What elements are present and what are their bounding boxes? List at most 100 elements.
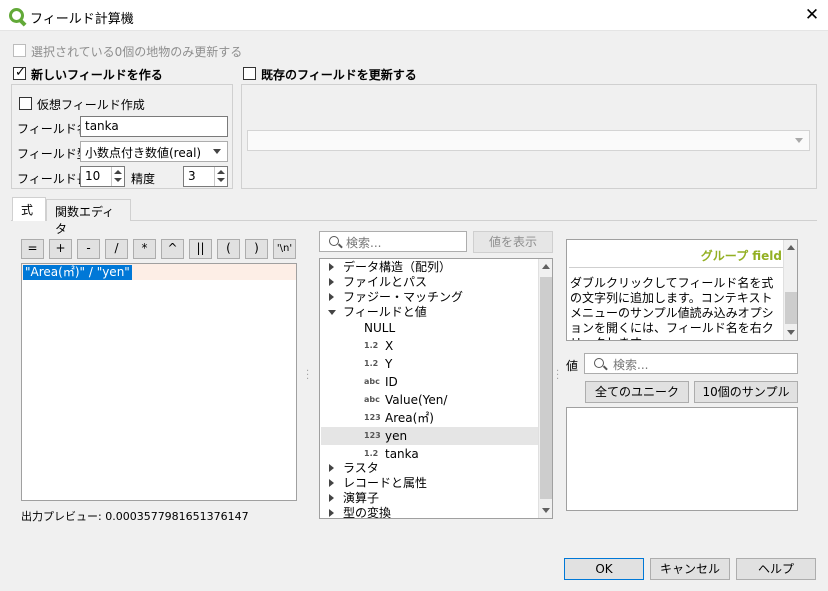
spin-down-icon[interactable] [114, 178, 122, 182]
help-panel: グループ field ダブルクリックしてフィールド名を式の文字列に追加します。コ… [566, 239, 798, 341]
splitter-handle[interactable]: · · · [306, 367, 309, 385]
precision-value: 3 [188, 169, 196, 183]
only-selected-checkbox[interactable] [13, 44, 26, 57]
field-type-value: 小数点付き数値(real) [85, 146, 202, 160]
spin-up-icon[interactable] [217, 170, 225, 174]
ok-button[interactable]: OK [564, 558, 644, 580]
scroll-thumb[interactable] [540, 277, 552, 499]
virtual-field-label: 仮想フィールド作成 [37, 98, 145, 112]
help-text: ダブルクリックしてフィールド名を式の文字列に追加します。コンテキストメニューのサ… [570, 276, 774, 340]
chevron-right-icon[interactable] [329, 278, 334, 286]
window-title: フィールド計算機 [30, 12, 134, 27]
field-length-value: 10 [85, 169, 101, 183]
decimal-type-icon: 1.2 [364, 341, 379, 350]
chevron-right-icon[interactable] [329, 293, 334, 301]
tree-group-item[interactable]: レコードと属性 [321, 475, 539, 491]
cancel-button[interactable]: キャンセル [650, 558, 730, 580]
tree-scrollbar[interactable] [538, 259, 552, 518]
operator-minus-button[interactable]: - [77, 239, 100, 259]
scroll-up-icon[interactable] [787, 245, 795, 250]
field-item-hovered[interactable]: 123 yen [321, 427, 539, 445]
operator-open-paren-button[interactable]: ( [217, 239, 240, 259]
update-existing-checkbox[interactable] [243, 67, 256, 80]
tree-group-item[interactable]: ファイルとパス [321, 274, 539, 290]
decimal-type-icon: 1.2 [364, 359, 379, 368]
field-item[interactable]: 1.2 X [321, 337, 539, 355]
tab-function-editor[interactable]: 関数エディタ [46, 199, 131, 236]
field-item[interactable]: abc Value(Yen/ [321, 391, 539, 409]
field-length-spinbox[interactable]: 10 [80, 166, 125, 187]
new-field-label: 新しいフィールドを作る [31, 68, 163, 82]
virtual-field-checkbox[interactable] [19, 97, 32, 110]
search-icon [329, 236, 339, 246]
spin-buttons[interactable] [214, 167, 227, 186]
values-search-input[interactable]: 検索... [584, 353, 798, 374]
function-tree[interactable]: データ構造（配列） ファイルとパス ファジー・マッチング フィールドと値 NUL… [319, 258, 553, 519]
tab-expression[interactable]: 式 [12, 197, 46, 221]
output-preview: 出力プレビュー: 0.0003577981651376147 [21, 510, 249, 523]
tree-group-item[interactable]: データ構造（配列） [321, 259, 539, 275]
chevron-right-icon[interactable] [329, 509, 334, 517]
operator-close-paren-button[interactable]: ) [245, 239, 268, 259]
operator-newline-button[interactable]: '\n' [273, 239, 296, 259]
help-button[interactable]: ヘルプ [736, 558, 816, 580]
splitter-handle[interactable]: · · · [556, 367, 559, 385]
operator-multiply-button[interactable]: * [133, 239, 156, 259]
text-type-icon: abc [364, 377, 380, 386]
tree-group-item[interactable]: 演算子 [321, 490, 539, 506]
chevron-down-icon [795, 138, 803, 143]
operator-concat-button[interactable]: || [189, 239, 212, 259]
expression-editor[interactable] [21, 263, 297, 501]
chevron-down-icon[interactable] [328, 310, 336, 315]
tree-group-item-open[interactable]: フィールドと値 [321, 304, 539, 320]
field-name-input[interactable]: tanka [80, 116, 228, 137]
text-type-icon: abc [364, 395, 380, 404]
help-title: グループ field [700, 249, 782, 263]
scroll-down-icon[interactable] [787, 330, 795, 335]
field-item[interactable]: 1.2 Y [321, 355, 539, 373]
scroll-thumb[interactable] [785, 292, 797, 324]
scroll-up-icon[interactable] [542, 264, 550, 269]
precision-spinbox[interactable]: 3 [183, 166, 228, 187]
chevron-right-icon[interactable] [329, 464, 334, 472]
spin-up-icon[interactable] [114, 170, 122, 174]
precision-label: 精度 [131, 172, 156, 186]
values-label: 値 [566, 359, 579, 373]
field-length-label: フィールド長 [17, 172, 89, 186]
chevron-right-icon[interactable] [329, 479, 334, 487]
operator-power-button[interactable]: ^ [161, 239, 184, 259]
help-scrollbar[interactable] [783, 240, 797, 340]
existing-field-select[interactable] [247, 130, 810, 151]
only-selected-label: 選択されている0個の地物のみ更新する [31, 45, 243, 59]
search-icon [594, 358, 604, 368]
field-item[interactable]: NULL [321, 319, 539, 337]
spin-down-icon[interactable] [217, 178, 225, 182]
update-existing-label: 既存のフィールドを更新する [261, 68, 417, 82]
operator-plus-button[interactable]: + [49, 239, 72, 259]
expression-text[interactable]: "Area(㎡)" / "yen" [23, 265, 132, 280]
new-field-checkbox[interactable] [13, 65, 26, 80]
field-item[interactable]: abc ID [321, 373, 539, 391]
tree-group-item[interactable]: 型の変換 [321, 505, 539, 518]
chevron-right-icon[interactable] [329, 494, 334, 502]
ten-samples-button[interactable]: 10個のサンプル [694, 381, 798, 403]
field-type-label: フィールド型 [17, 147, 89, 161]
spin-buttons[interactable] [111, 167, 124, 186]
chevron-down-icon [213, 149, 221, 154]
operator-divide-button[interactable]: / [105, 239, 128, 259]
close-icon[interactable]: ✕ [800, 4, 824, 26]
operator-equals-button[interactable]: = [21, 239, 44, 259]
tree-group-item[interactable]: ファジー・マッチング [321, 289, 539, 305]
show-values-button[interactable]: 値を表示 [473, 231, 553, 253]
integer-type-icon: 123 [364, 413, 381, 422]
all-unique-button[interactable]: 全てのユニーク [585, 381, 689, 403]
field-item[interactable]: 123 Area(㎡) [321, 409, 539, 427]
values-list[interactable] [566, 407, 798, 511]
scroll-down-icon[interactable] [542, 508, 550, 513]
tree-group-item[interactable]: ラスタ [321, 460, 539, 476]
field-type-select[interactable]: 小数点付き数値(real) [80, 141, 228, 162]
qgis-logo-icon [9, 8, 24, 23]
function-search-input[interactable]: 検索... [319, 231, 467, 252]
chevron-right-icon[interactable] [329, 263, 334, 271]
integer-type-icon: 123 [364, 431, 381, 440]
